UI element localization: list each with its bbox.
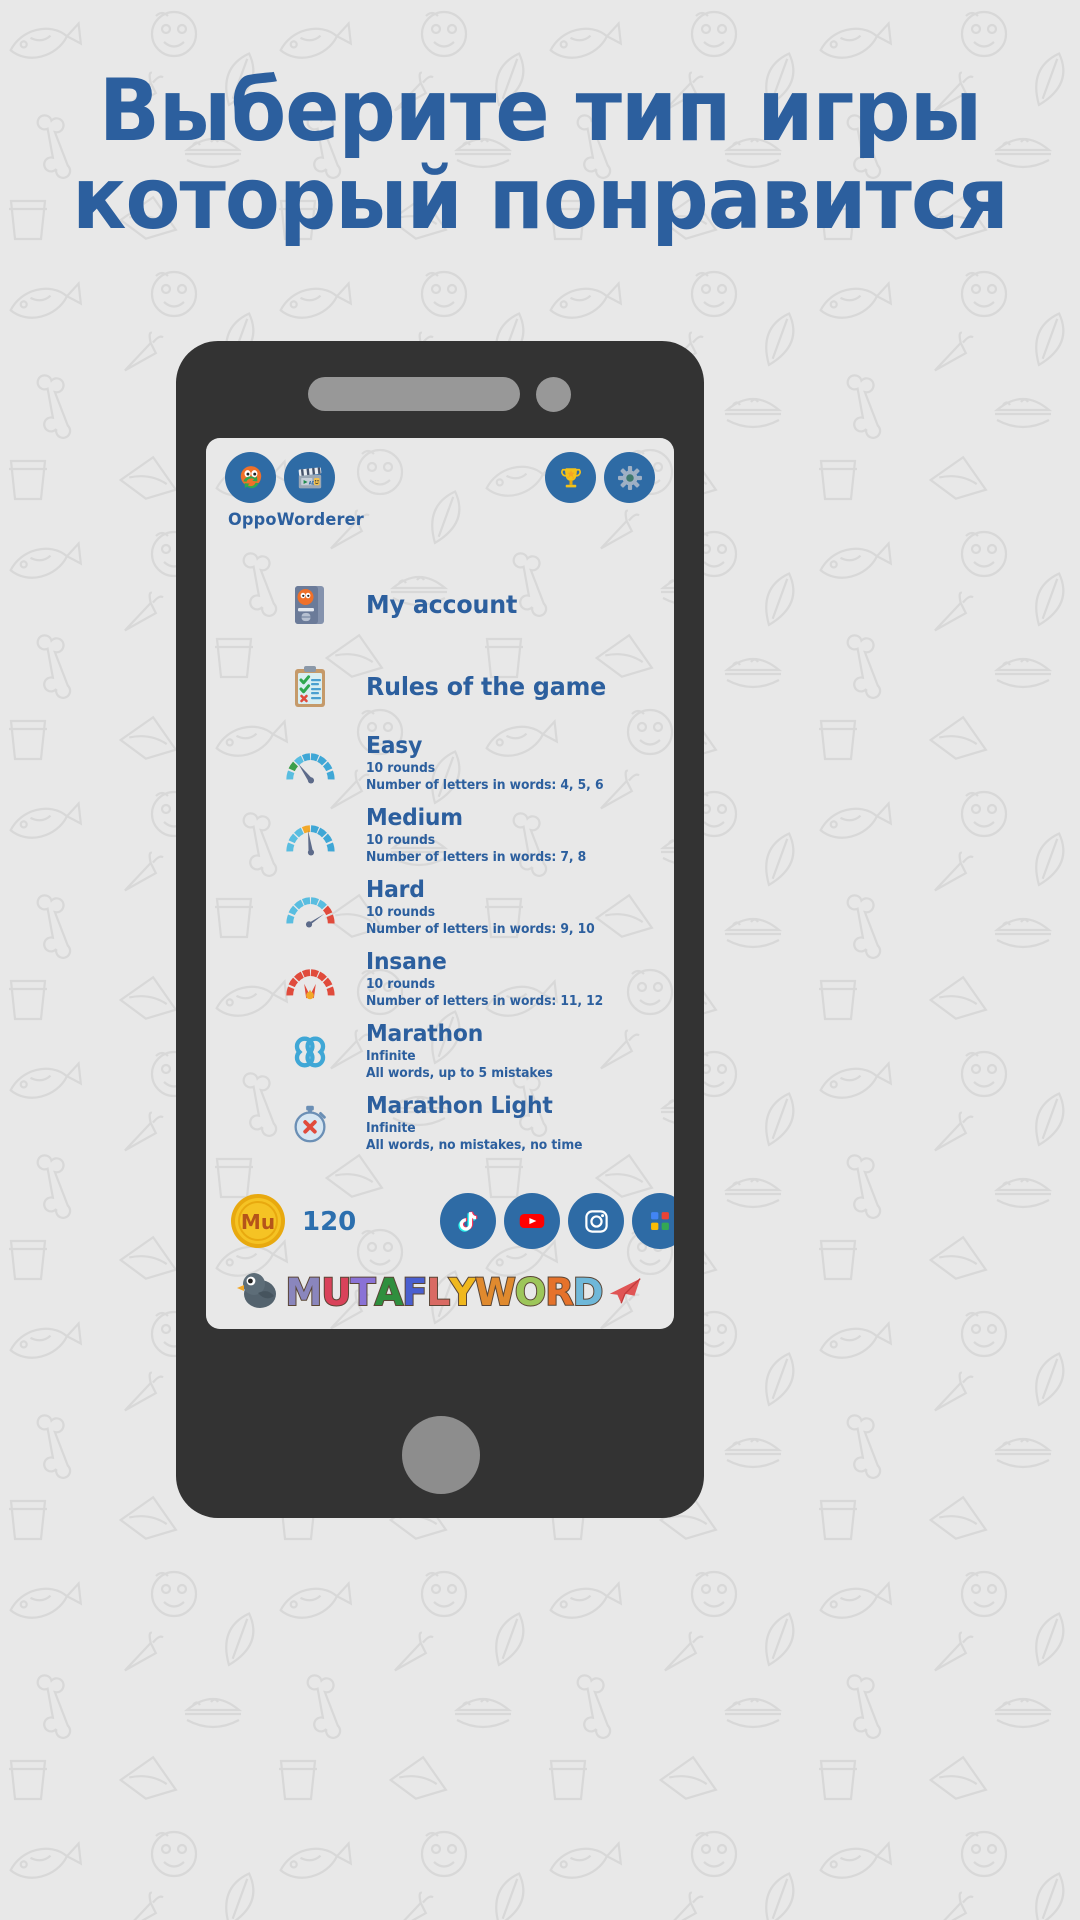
menu-item-text: Insane 10 rounds Number of letters in wo… xyxy=(366,948,616,1010)
settings-button[interactable] xyxy=(604,452,655,503)
menu-item-my-account[interactable]: My account xyxy=(206,564,674,646)
gauge-insane-icon xyxy=(282,952,338,1008)
menu-item-letters: Number of letters in words: 7, 8 xyxy=(366,849,587,865)
stopwatch-cross-icon xyxy=(282,1096,338,1152)
gauge-easy-icon xyxy=(282,736,338,792)
page-title: Выберите тип игры который понравится xyxy=(38,61,1042,249)
coin-icon: Mu xyxy=(228,1191,288,1251)
brand-wordmark: MUTAFLYWORD xyxy=(285,1270,605,1315)
avatar-refresh-icon xyxy=(240,465,261,488)
infinity-icon xyxy=(282,1024,338,1080)
menu-item-text: Hard 10 rounds Number of letters in word… xyxy=(366,876,607,938)
brand-footer: MUTAFLYWORD xyxy=(206,1261,674,1323)
brand-letter: M xyxy=(285,1270,324,1315)
brand-letter: A xyxy=(374,1270,405,1315)
menu-item-text: My account xyxy=(366,591,525,619)
phone-speaker-grille xyxy=(308,377,520,411)
menu-item-text: Rules of the game xyxy=(366,673,619,701)
brand-letter: T xyxy=(349,1270,376,1315)
gauge-medium-icon xyxy=(282,808,338,864)
brand-letter: O xyxy=(514,1270,548,1315)
brand-letter: Y xyxy=(448,1270,477,1315)
brand-letter: W xyxy=(474,1270,517,1315)
menu-item-marathon[interactable]: Marathon Infinite All words, up to 5 mis… xyxy=(206,1016,674,1088)
menu-item-insane[interactable]: Insane 10 rounds Number of letters in wo… xyxy=(206,944,674,1016)
menu-item-medium[interactable]: Medium 10 rounds Number of letters in wo… xyxy=(206,800,674,872)
menu-item-text: Marathon Infinite All words, up to 5 mis… xyxy=(366,1020,563,1082)
bottom-bar: Mu 120 xyxy=(206,1187,674,1257)
menu-item-letters: Number of letters in words: 4, 5, 6 xyxy=(366,777,604,793)
tiktok-icon xyxy=(458,1211,478,1232)
phone-front-camera xyxy=(536,377,571,412)
menu-item-rounds: 10 rounds xyxy=(366,832,435,848)
menu-item-title: Easy xyxy=(366,732,423,759)
menu-item-title: Marathon Light xyxy=(366,1092,553,1119)
page-title-line-1: Выберите тип игры xyxy=(98,61,982,161)
svg-text:Mu: Mu xyxy=(241,1210,275,1234)
menu-item-title: My account xyxy=(366,590,518,619)
gear-icon xyxy=(617,465,642,490)
avatar-button[interactable] xyxy=(225,452,276,503)
menu-item-hard[interactable]: Hard 10 rounds Number of letters in word… xyxy=(206,872,674,944)
brand-letter: D xyxy=(572,1270,605,1315)
menu-item-rules-of-the-game[interactable]: Rules of the game xyxy=(206,646,674,728)
instagram-button[interactable] xyxy=(568,1193,624,1249)
menu-item-letters: Number of letters in words: 11, 12 xyxy=(366,993,604,1009)
main-menu: My account Rules of the game Easy 10 rou… xyxy=(206,564,674,1160)
brand-letter: F xyxy=(401,1270,428,1315)
menu-item-text: Medium 10 rounds Number of letters in wo… xyxy=(366,804,598,866)
menu-item-rules: All words, no mistakes, no time xyxy=(366,1137,583,1153)
app-title: OppoWorderer xyxy=(228,510,364,530)
achievements-button[interactable] xyxy=(545,452,596,503)
app-screen: AD OppoWorderer My account Rules of the … xyxy=(206,438,674,1329)
youtube-icon xyxy=(519,1214,545,1228)
watch-ad-button[interactable]: AD xyxy=(284,452,335,503)
menu-item-rules: All words, up to 5 mistakes xyxy=(366,1065,553,1081)
gauge-hard-icon xyxy=(282,880,338,936)
trophy-icon xyxy=(560,467,581,487)
menu-item-title: Medium xyxy=(366,804,463,831)
brand-letter: U xyxy=(320,1270,352,1315)
plane-icon xyxy=(606,1271,644,1314)
pigeon-icon xyxy=(236,1267,282,1318)
brand-letter: R xyxy=(544,1270,574,1315)
menu-item-letters: Number of letters in words: 9, 10 xyxy=(366,921,595,937)
passport-icon xyxy=(282,577,338,633)
apps-grid-icon xyxy=(651,1212,669,1230)
menu-item-title: Hard xyxy=(366,876,425,903)
instagram-icon xyxy=(584,1209,608,1233)
menu-item-title: Marathon xyxy=(366,1020,484,1047)
phone-mockup: AD OppoWorderer My account Rules of the … xyxy=(176,341,704,1518)
menu-item-marathon-light[interactable]: Marathon Light Infinite All words, no mi… xyxy=(206,1088,674,1160)
menu-item-rounds: 10 rounds xyxy=(366,904,435,920)
menu-item-rounds: Infinite xyxy=(366,1048,416,1064)
menu-item-rounds: 10 rounds xyxy=(366,760,435,776)
coin-count: 120 xyxy=(302,1207,357,1237)
phone-home-button[interactable] xyxy=(402,1416,480,1494)
menu-item-text: Marathon Light Infinite All words, no mi… xyxy=(366,1092,594,1154)
tiktok-button[interactable] xyxy=(440,1193,496,1249)
clipboard-checklist-icon xyxy=(282,659,338,715)
clapperboard-ad-icon: AD xyxy=(298,466,321,488)
menu-item-rounds: Infinite xyxy=(366,1120,416,1136)
brand-letter: L xyxy=(426,1270,452,1315)
menu-item-title: Insane xyxy=(366,948,447,975)
youtube-button[interactable] xyxy=(504,1193,560,1249)
menu-item-title: Rules of the game xyxy=(366,672,607,701)
page-title-line-2: который понравится xyxy=(72,148,1009,249)
menu-item-text: Easy 10 rounds Number of letters in word… xyxy=(366,732,616,794)
menu-item-easy[interactable]: Easy 10 rounds Number of letters in word… xyxy=(206,728,674,800)
menu-item-rounds: 10 rounds xyxy=(366,976,435,992)
more-apps-button[interactable] xyxy=(632,1193,674,1249)
